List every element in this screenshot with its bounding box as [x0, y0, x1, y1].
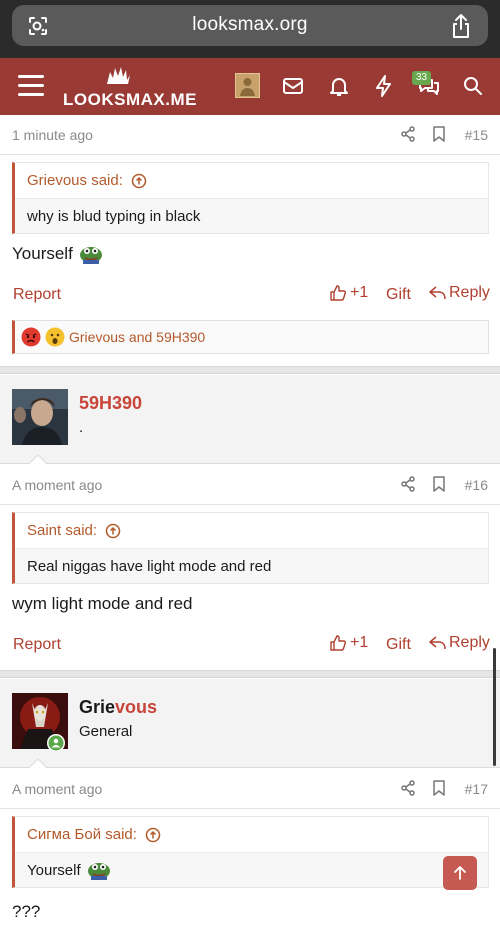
lightning-icon[interactable] [372, 74, 396, 98]
bookmark-icon[interactable] [432, 126, 446, 142]
share-post-icon[interactable] [400, 126, 416, 142]
arrow-up-circle-icon[interactable] [131, 173, 147, 189]
share-post-icon[interactable] [400, 476, 416, 492]
like-label: +1 [350, 284, 369, 301]
quote-block: Сигма Бой said: Yourself [12, 816, 489, 888]
bookmark-icon[interactable] [432, 780, 446, 796]
arrow-up-circle-icon[interactable] [105, 523, 121, 539]
post-body-text: Yourself [12, 244, 73, 263]
gift-button[interactable]: Gift [386, 636, 411, 654]
reactions-bar[interactable]: Grievous and 59H390 [12, 320, 489, 354]
bell-icon[interactable] [327, 74, 351, 98]
like-button[interactable]: +1 [330, 284, 368, 302]
browser-bar: looksmax.org [0, 0, 500, 58]
search-icon[interactable] [461, 74, 485, 98]
reply-button[interactable]: Reply [429, 634, 490, 652]
site-logo[interactable]: LOOKSMAX.ME [63, 66, 196, 110]
post-body: wym light mode and red [12, 594, 192, 614]
post-time[interactable]: A moment ago [12, 781, 102, 797]
pepe-emoji-icon [87, 863, 110, 880]
post-separator [0, 670, 500, 678]
bookmark-icon[interactable] [432, 476, 446, 492]
quote-text: Real niggas have light mode and red [27, 557, 272, 575]
conversations-badge: 33 [412, 71, 432, 85]
inbox-icon[interactable] [281, 74, 305, 98]
user-block: Grievous General [0, 679, 500, 768]
reactions-text[interactable]: Grievous and 59H390 [69, 329, 205, 345]
menu-icon[interactable] [18, 75, 44, 97]
share-post-icon[interactable] [400, 780, 416, 796]
quote-body: Yourself [15, 853, 488, 887]
arrow-up-circle-icon[interactable] [145, 827, 161, 843]
post-body: Yourself [12, 244, 103, 264]
username[interactable]: 59H390 [79, 393, 142, 414]
post-number[interactable]: #15 [465, 127, 488, 143]
thumbs-up-icon [330, 635, 346, 651]
post-body: ??? [12, 902, 40, 922]
caret-pointer [28, 454, 48, 465]
logo-hair-icon [107, 67, 130, 84]
pepe-emoji-icon [79, 247, 102, 264]
username[interactable]: Grievous [79, 697, 157, 718]
logo-text: LOOKSMAX.ME [63, 90, 197, 109]
post-body-text: wym light mode and red [12, 594, 193, 613]
angry-emoji-icon [21, 327, 41, 347]
post-actions: Report +1 Gift Reply [0, 281, 500, 311]
arrow-up-icon [454, 866, 466, 880]
reply-arrow-icon [429, 636, 446, 650]
quote-block: Saint said: Real niggas have light mode … [12, 512, 489, 584]
username-part1: Grie [79, 697, 116, 717]
avatar[interactable] [12, 389, 68, 445]
quote-header[interactable]: Saint said: [15, 513, 488, 549]
quote-author[interactable]: Сигма Бой said: [27, 826, 137, 843]
like-label: +1 [350, 634, 369, 651]
user-title: General [79, 723, 133, 740]
username-part2: vous [115, 697, 158, 717]
caret-pointer [28, 758, 48, 769]
post-number[interactable]: #17 [465, 781, 488, 797]
online-status-icon [47, 734, 65, 752]
post-actions: Report +1 Gift Reply [0, 631, 500, 661]
address-bar[interactable]: looksmax.org [12, 5, 488, 46]
quote-text: why is blud typing in black [27, 207, 201, 225]
surprised-emoji-icon [45, 327, 65, 347]
post-separator [0, 366, 500, 374]
user-title: . [79, 419, 84, 436]
scroll-to-top-button[interactable] [443, 856, 477, 890]
quote-author[interactable]: Grievous said: [27, 172, 123, 189]
quote-block: Grievous said: why is blud typing in bla… [12, 162, 489, 234]
post-time[interactable]: A moment ago [12, 477, 102, 493]
quote-header[interactable]: Сигма Бой said: [15, 817, 488, 853]
scrollbar-thumb[interactable] [493, 648, 496, 766]
post-meta: A moment ago #16 [0, 465, 500, 505]
reply-label: Reply [449, 284, 490, 301]
site-header: LOOKSMAX.ME 33 [0, 58, 500, 115]
thumbs-up-icon [330, 285, 346, 301]
url-text[interactable]: looksmax.org [12, 14, 488, 36]
report-button[interactable]: Report [13, 286, 61, 304]
post-time[interactable]: 1 minute ago [12, 127, 93, 143]
quote-header[interactable]: Grievous said: [15, 163, 488, 199]
account-avatar[interactable] [235, 73, 260, 98]
post-number[interactable]: #16 [465, 477, 488, 493]
reply-button[interactable]: Reply [429, 284, 490, 302]
share-icon[interactable] [450, 13, 472, 39]
report-button[interactable]: Report [13, 636, 61, 654]
quote-text: Yourself [27, 861, 81, 879]
reply-arrow-icon [429, 286, 446, 300]
gift-button[interactable]: Gift [386, 286, 411, 304]
user-block: 59H390 . [0, 375, 500, 464]
post-body-text: ??? [12, 902, 41, 921]
reply-label: Reply [449, 634, 490, 651]
quote-author[interactable]: Saint said: [27, 522, 97, 539]
like-button[interactable]: +1 [330, 634, 368, 652]
post-meta: 1 minute ago #15 [0, 115, 500, 155]
post-meta: A moment ago #17 [0, 769, 500, 809]
